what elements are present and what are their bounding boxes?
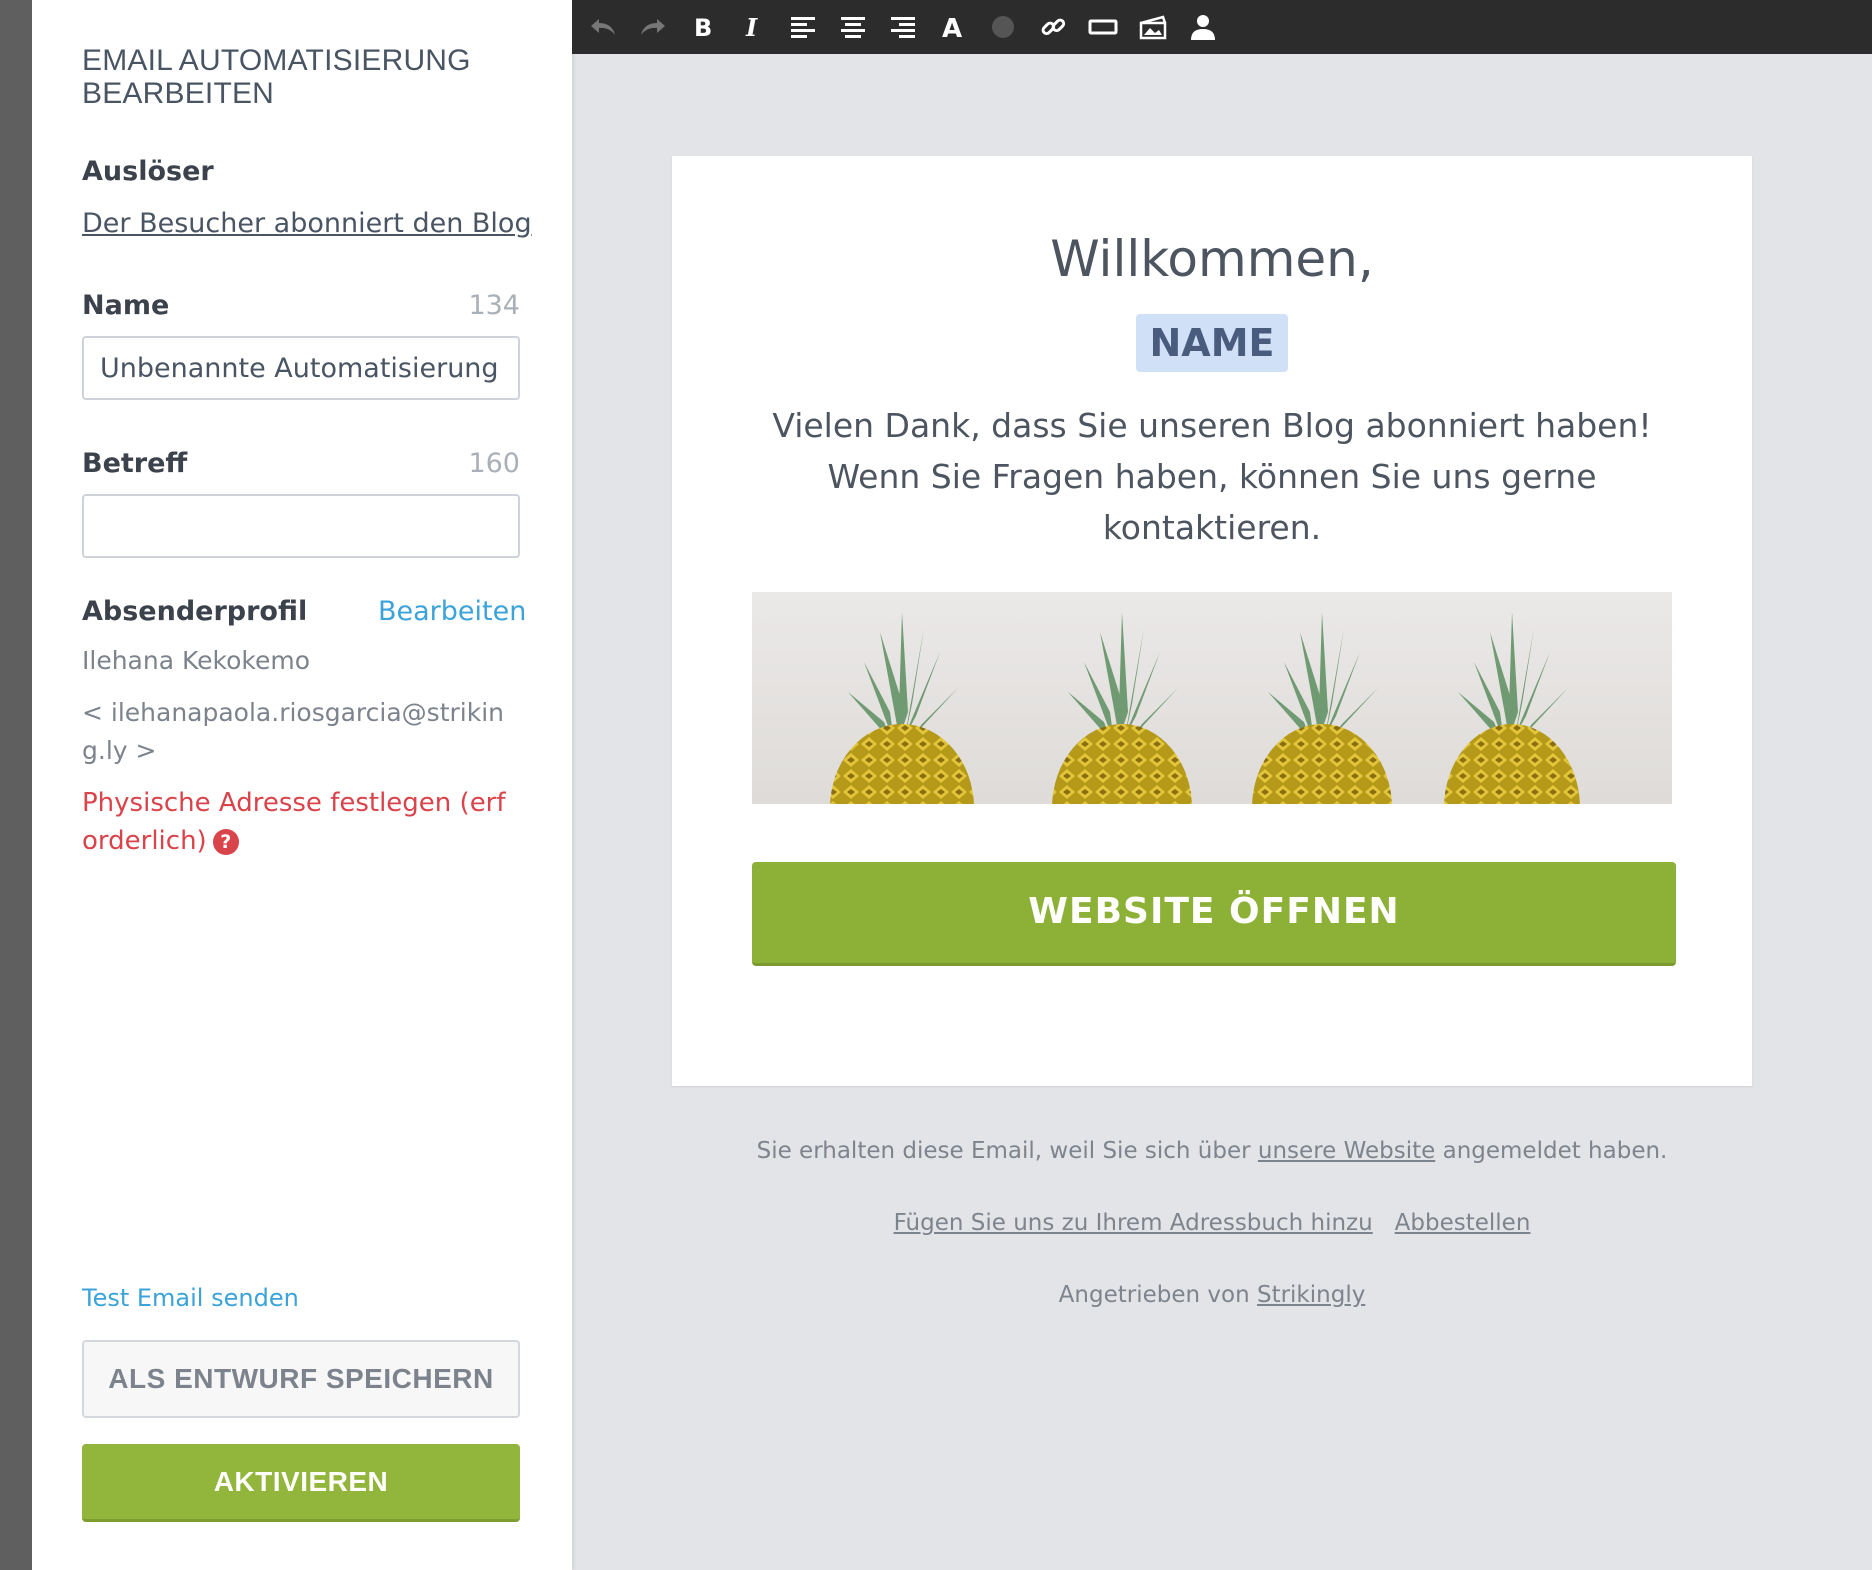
physical-address-link[interactable]: Physische Adresse festlegen (erforderlic… [82,788,506,856]
align-left-icon[interactable] [778,0,828,54]
svg-text:A: A [942,14,962,40]
subject-label: Betreff [82,448,188,479]
add-to-addressbook-link[interactable]: Fügen Sie uns zu Ihrem Adressbuch hinzu [894,1210,1373,1236]
unsubscribe-link[interactable]: Abbestellen [1395,1210,1531,1236]
activate-button[interactable]: AKTIVIEREN [82,1444,520,1522]
greeting-heading[interactable]: Willkommen, [672,230,1752,288]
svg-text:B: B [694,14,712,40]
trigger-label: Auslöser [82,156,214,187]
bold-icon[interactable]: B [678,0,728,54]
sender-email: < ilehanapaola.riosgarcia@striking.ly > [82,698,504,765]
footer-reason-suffix: angemeldet haben. [1442,1138,1668,1164]
footer-powered: Angetrieben von Strikingly [672,1282,1752,1308]
open-website-button[interactable]: WEBSITE ÖFFNEN [752,862,1676,966]
svg-text:I: I [745,14,758,40]
italic-icon[interactable]: I [728,0,778,54]
subject-input[interactable] [82,494,520,558]
physical-address-warning[interactable]: Physische Adresse festlegen (erforderlic… [82,784,520,860]
align-center-icon[interactable] [828,0,878,54]
window-edge [0,0,32,1570]
email-body-text[interactable]: Vielen Dank, dass Sie unseren Blog abonn… [742,400,1682,553]
sender-name: Ilehana Kekokemo [82,646,311,675]
subject-char-count: 160 [468,448,520,479]
sidebar-title: EMAIL AUTOMATISIERUNG BEARBEITEN [82,44,471,110]
strikingly-link[interactable]: Strikingly [1257,1282,1365,1308]
footer-links: Fügen Sie uns zu Ihrem Adressbuch hinzu … [672,1210,1752,1236]
link-icon[interactable] [1028,0,1078,54]
font-color-icon[interactable]: A [928,0,978,54]
image-gallery-icon[interactable] [1128,0,1178,54]
automation-sidebar: EMAIL AUTOMATISIERUNG BEARBEITEN Auslöse… [32,0,572,1570]
powered-by-text: Angetrieben von [1058,1282,1250,1308]
name-label: Name [82,290,170,321]
help-icon[interactable]: ? [212,829,239,855]
footer-reason-prefix: Sie erhalten diese Email, weil Sie sich … [756,1138,1251,1164]
sender-profile-label: Absenderprofil [82,596,308,627]
align-right-icon[interactable] [878,0,928,54]
trigger-link[interactable]: Der Besucher abonniert den Blog [82,208,532,239]
save-draft-button[interactable]: ALS ENTWURF SPEICHERN [82,1340,520,1418]
footer-reason: Sie erhalten diese Email, weil Sie sich … [672,1138,1752,1164]
sender-edit-link[interactable]: Bearbeiten [378,596,526,627]
redo-icon[interactable] [628,0,678,54]
send-test-email-link[interactable]: Test Email senden [82,1284,299,1312]
pineapple-hero-image[interactable] [752,592,1672,804]
email-preview-card: Willkommen, NAME Vielen Dank, dass Sie u… [672,156,1752,1086]
editor-toolbar: B I A [572,0,1872,54]
button-icon[interactable] [1078,0,1128,54]
person-icon[interactable] [1178,0,1228,54]
color-dot-icon[interactable] [978,0,1028,54]
name-merge-tag[interactable]: NAME [1136,314,1288,372]
undo-icon[interactable] [578,0,628,54]
name-input[interactable] [82,336,520,400]
name-char-count: 134 [468,290,520,321]
our-website-link[interactable]: unsere Website [1258,1138,1435,1164]
